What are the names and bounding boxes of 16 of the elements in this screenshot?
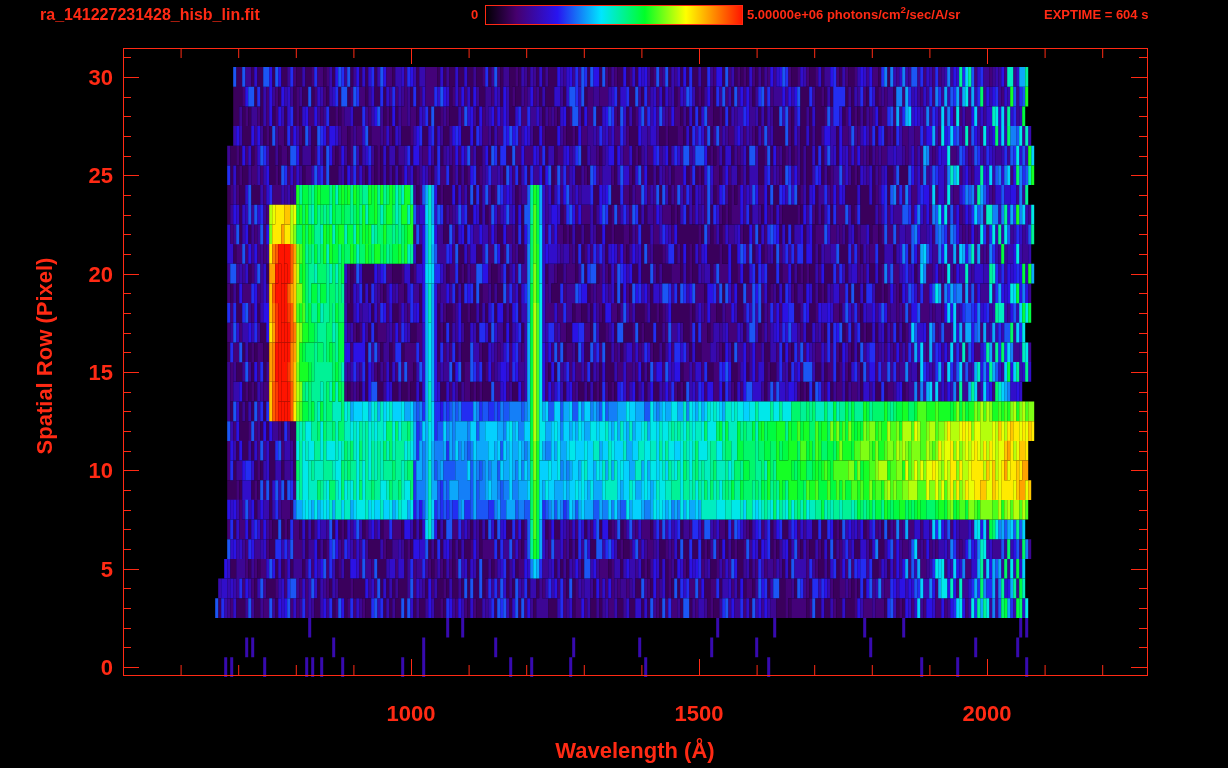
- y-tick-label: 10: [88, 458, 113, 484]
- x-tick-label: 1500: [674, 701, 724, 726]
- x-tick-label: 2000: [962, 701, 1012, 726]
- colorbar-max-label: 5.00000e+06 photons/cm$^{2}$/sec/A/sr: [747, 4, 961, 25]
- plot-title: ra_141227231428_hisb_lin.fit: [40, 5, 260, 25]
- y-tick-label: 25: [88, 163, 113, 189]
- y-tick-label: 0: [100, 655, 113, 680]
- exposure-time: EXPTIME = 604 s: [1044, 6, 1149, 25]
- y-axis-label: Spatial Row (Pixel): [32, 257, 57, 455]
- y-tick-label: 5: [100, 556, 113, 582]
- y-tick-label: 15: [88, 359, 113, 385]
- colorbar-min-label: 0: [471, 6, 479, 25]
- x-tick-label: 1000: [386, 701, 436, 726]
- y-tick-label: 20: [88, 261, 113, 287]
- x-axis-label: Wavelength (Å): [555, 738, 715, 763]
- y-tick-label: 30: [88, 64, 113, 90]
